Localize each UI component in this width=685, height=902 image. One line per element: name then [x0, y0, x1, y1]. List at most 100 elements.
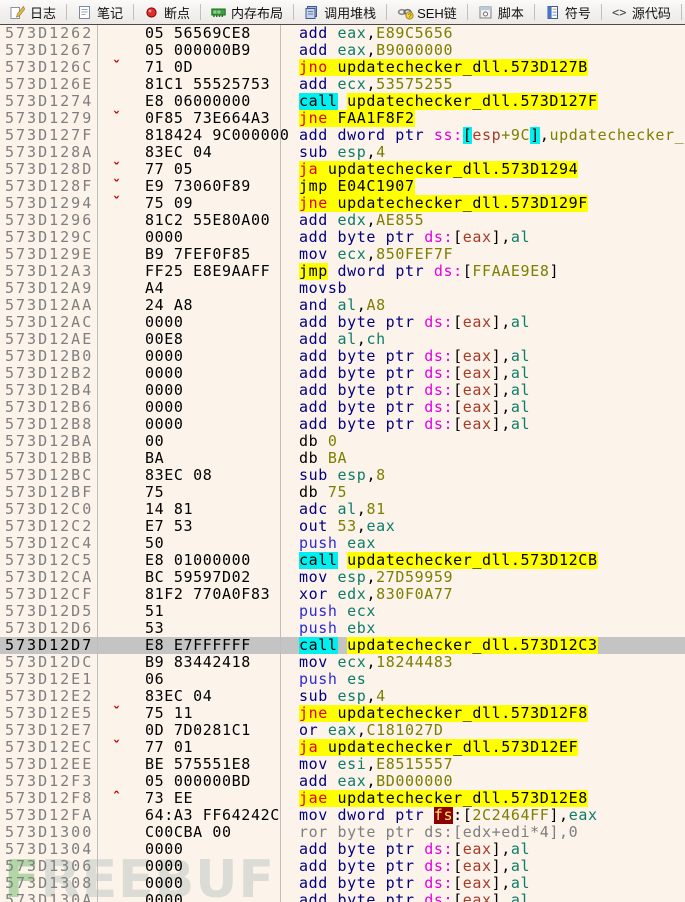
disasm-row[interactable]: 573D130A0000add byte ptr ds:[eax],al — [0, 892, 685, 902]
disasm-row[interactable]: 573D12AA24 A8and al,A8 — [0, 297, 685, 314]
bytes-cell: 00E8 — [145, 331, 295, 348]
tab-label: 内存布局 — [231, 3, 283, 22]
disasm-row[interactable]: 573D12A9A4movsb — [0, 280, 685, 297]
bytes-cell: C00CBA 00 — [145, 824, 295, 841]
disasm-row[interactable]: 573D12BA00db 0 — [0, 433, 685, 450]
disasm-row[interactable]: 573D12AE00E8add al,ch — [0, 331, 685, 348]
disasm-row[interactable]: 573D127F818424 9C000000add dword ptr ss:… — [0, 127, 685, 144]
instruction-cell: adc al,81 — [295, 501, 685, 518]
disasm-row[interactable]: 573D12B60000add byte ptr ds:[eax],al — [0, 399, 685, 416]
address-cell: 573D12CF — [0, 586, 97, 603]
disasm-row[interactable]: 573D12BC83EC 08sub esp,8 — [0, 467, 685, 484]
disasm-row[interactable]: 573D12BF75db 75 — [0, 484, 685, 501]
disasm-row[interactable]: 573D1294ˇ75 09jne updatechecker_dll.573D… — [0, 195, 685, 212]
disasm-row[interactable]: 573D12DCB9 83442418mov ecx,18244483 — [0, 654, 685, 671]
tab-notes[interactable]: 笔记 — [67, 0, 133, 24]
tab-memory-map[interactable]: 内存布局 — [201, 0, 293, 24]
instruction-cell: mov dword ptr fs:[2C2464FF],eax — [295, 807, 685, 824]
instruction-cell: add dword ptr ss:[esp+9C],updatechecker_… — [295, 127, 685, 144]
address-cell: 573D12AA — [0, 297, 97, 314]
disasm-row[interactable]: 573D12B20000add byte ptr ds:[eax],al — [0, 365, 685, 382]
instruction-cell: push ebx — [295, 620, 685, 637]
disasm-row[interactable]: 573D1300 C00CBA 00ror byte ptr ds:[edx+ed… — [0, 824, 685, 841]
disasm-row[interactable]: 573D12F8ˆ73 EEjae updatechecker_dll.573D… — [0, 790, 685, 807]
disasm-row[interactable]: 573D126205 56569CE8add eax,E89C5656 — [0, 25, 685, 42]
instruction-cell: ja updatechecker_dll.573D12EF — [295, 739, 685, 756]
disasm-row[interactable]: 573D13060000add byte ptr ds:[eax],al — [0, 858, 685, 875]
disasm-row[interactable]: 573D12A3FF25 E8E9AAFFjmp dword ptr ds:[F… — [0, 263, 685, 280]
tab-bar: 日志笔记断点 内存布局调用堆栈?SEH链脚本符号<>源代码 — [0, 0, 685, 25]
disasm-row[interactable]: 573D12B00000add byte ptr ds:[eax],al — [0, 348, 685, 365]
disasm-row[interactable]: 573D12C5E8 01000000call updatechecker_dl… — [0, 552, 685, 569]
tab-symbols[interactable]: 符号 — [535, 0, 601, 24]
jump-marker — [97, 348, 145, 365]
bytes-cell: 77 05 — [145, 161, 295, 178]
disasm-row[interactable]: 573D126705 000000B9add eax,B9000000 — [0, 42, 685, 59]
disasm-row[interactable]: 573D12D7E8 E7FFFFFFcall updatechecker_dl… — [0, 637, 685, 654]
instruction-cell: jmp E04C1907 — [295, 178, 685, 195]
disasm-row[interactable]: 573D12ECˇ77 01ja updatechecker_dll.573D1… — [0, 739, 685, 756]
jump-marker — [97, 484, 145, 501]
disasm-row[interactable]: 573D12C014 81adc al,81 — [0, 501, 685, 518]
jump-marker — [97, 620, 145, 637]
disasm-row[interactable]: 573D12FA64:A3 FF64242Cmov dword ptr fs:[… — [0, 807, 685, 824]
address-cell: 573D12E1 — [0, 671, 97, 688]
tab-source[interactable]: <>源代码 — [602, 0, 681, 24]
disasm-row[interactable]: 573D1279ˇ0F85 73E664A3jne FAA1F8F2 — [0, 110, 685, 127]
tab-breakpoints[interactable]: 断点 — [134, 0, 200, 24]
jump-marker — [97, 654, 145, 671]
bytes-cell: 06 — [145, 671, 295, 688]
instruction-cell: ror byte ptr ds:[edx+edi*4],0 — [295, 824, 685, 841]
disasm-row[interactable]: 573D129C0000add byte ptr ds:[eax],al — [0, 229, 685, 246]
disasm-row[interactable]: 573D12EEBE 575551E8mov esi,E8515557 — [0, 756, 685, 773]
svg-text:?: ? — [408, 13, 412, 20]
disasm-row[interactable]: 573D126E81C1 55525753add ecx,53575255 — [0, 76, 685, 93]
disasm-row[interactable]: 573D12CABC 59597D02mov esp,27D59959 — [0, 569, 685, 586]
tab-script[interactable]: 脚本 — [468, 0, 534, 24]
disasm-row[interactable]: 573D13040000add byte ptr ds:[eax],al — [0, 841, 685, 858]
tab-seh-chain[interactable]: ?SEH链 — [387, 0, 467, 24]
disasm-row[interactable]: 573D129681C2 55E80A00add edx,AE855 — [0, 212, 685, 229]
disasm-row[interactable]: 573D12AC0000add byte ptr ds:[eax],al — [0, 314, 685, 331]
address-cell: 573D127F — [0, 127, 97, 144]
disasm-row[interactable]: 573D12C2E7 53out 53,eax — [0, 518, 685, 535]
jump-marker — [97, 450, 145, 467]
address-cell: 573D1308 — [0, 875, 97, 892]
disasm-row[interactable]: 573D12D653push ebx — [0, 620, 685, 637]
disasm-row[interactable]: 573D126Cˇ71 0Djno updatechecker_dll.573D… — [0, 59, 685, 76]
address-cell: 573D1300 — [0, 824, 97, 841]
address-cell: 573D12C2 — [0, 518, 97, 535]
disasm-row[interactable]: 573D128A83EC 04sub esp,4 — [0, 144, 685, 161]
instruction-cell: ja updatechecker_dll.573D1294 — [295, 161, 685, 178]
disasm-row[interactable]: 573D12D551push ecx — [0, 603, 685, 620]
disasm-row[interactable]: 573D12C450push eax — [0, 535, 685, 552]
instruction-cell: push eax — [295, 535, 685, 552]
disasm-row[interactable]: 573D1274E8 06000000call updatechecker_dl… — [0, 93, 685, 110]
bytes-cell: B9 7FEF0F85 — [145, 246, 295, 263]
disasm-row[interactable]: 573D12E70D 7D0281C1or eax,C181027D — [0, 722, 685, 739]
disassembly-panel[interactable]: FREEBUF 573D126205 56569CE8add eax,E89C5… — [0, 25, 685, 902]
disasm-row[interactable]: 573D12B40000add byte ptr ds:[eax],al — [0, 382, 685, 399]
disasm-row[interactable]: 573D12B80000add byte ptr ds:[eax],al — [0, 416, 685, 433]
disasm-row[interactable]: 573D13080000add byte ptr ds:[eax],al — [0, 875, 685, 892]
source-icon: <> — [612, 5, 627, 20]
instruction-cell: sub esp,4 — [295, 144, 685, 161]
bytes-cell: 0000 — [145, 841, 295, 858]
disasm-row[interactable]: 573D12E283EC 04sub esp,4 — [0, 688, 685, 705]
disasm-row[interactable]: 573D12E106push es — [0, 671, 685, 688]
jump-marker — [97, 76, 145, 93]
instruction-cell: add eax,E89C5656 — [295, 25, 685, 42]
disasm-row[interactable]: 573D128Dˇ77 05ja updatechecker_dll.573D1… — [0, 161, 685, 178]
bytes-cell: E8 06000000 — [145, 93, 295, 110]
jump-marker — [97, 212, 145, 229]
disasm-row[interactable]: 573D12CF81F2 770A0F83xor edx,830F0A77 — [0, 586, 685, 603]
disasm-row[interactable]: 573D129EB9 7FEF0F85mov ecx,850FEF7F — [0, 246, 685, 263]
log-icon — [10, 5, 25, 20]
disasm-row[interactable]: 573D128FˇE9 73060F89jmp E04C1907 — [0, 178, 685, 195]
tab-log[interactable]: 日志 — [0, 0, 66, 24]
disasm-row[interactable]: 573D12E5ˇ75 11jne updatechecker_dll.573D… — [0, 705, 685, 722]
disasm-row[interactable]: 573D12F305 000000BDadd eax,BD000000 — [0, 773, 685, 790]
address-cell: 573D12F8 — [0, 790, 97, 807]
disasm-row[interactable]: 573D12BBBAdb BA — [0, 450, 685, 467]
tab-call-stack[interactable]: 调用堆栈 — [294, 0, 386, 24]
